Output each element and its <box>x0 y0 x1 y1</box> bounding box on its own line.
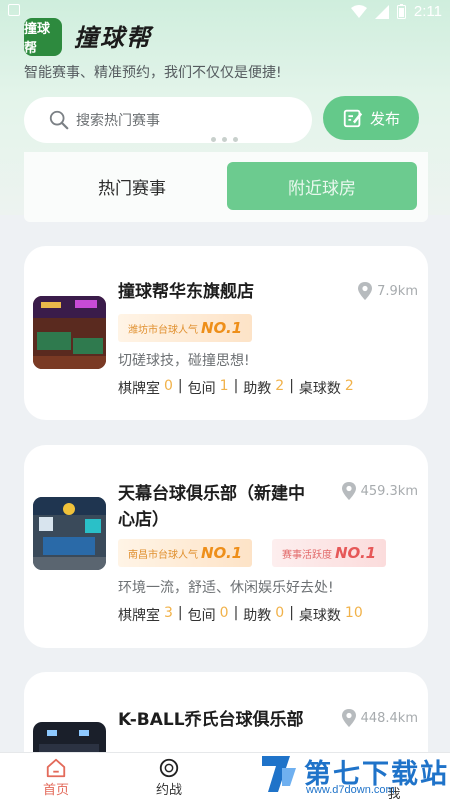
search-placeholder: 搜索热门赛事 <box>76 113 160 129</box>
venue-card[interactable]: 撞球帮华东旗舰店 7.9km 潍坊市台球人气 NO.1 切磋球技，碰撞思想! 棋… <box>24 246 428 420</box>
search-input[interactable]: 搜索热门赛事 <box>24 97 312 143</box>
venue-name: 撞球帮华东旗舰店 <box>118 282 254 302</box>
nav-challenge-label: 约战 <box>155 783 182 798</box>
stat-label: 包间 <box>187 608 216 624</box>
badge-text: 赛事活跃度 <box>282 549 332 561</box>
distance-text: 448.4km <box>360 710 418 726</box>
download-site-watermark: 第七下载站 www.d7down.com <box>256 748 450 800</box>
stat-separator: | <box>233 605 239 621</box>
venue-photo <box>33 296 106 369</box>
stat-value: 0 <box>275 605 285 621</box>
stat-separator: | <box>289 378 294 394</box>
venue-name-line: 心店） <box>118 510 169 530</box>
nav-home[interactable]: 首页 <box>26 757 86 798</box>
watermark-url: www.d7down.com <box>306 784 395 796</box>
stat-value: 2 <box>344 378 354 394</box>
venue-name-line: 天幕台球俱乐部（新建中 <box>118 484 305 504</box>
signal-icon <box>374 4 389 19</box>
status-bar: 2:11 <box>0 0 450 24</box>
carousel-dot <box>233 137 238 142</box>
venue-name: K-BALL乔氏台球俱乐部 <box>118 710 304 730</box>
badge-text: 南昌市台球人气 <box>128 549 198 561</box>
publish-label: 发布 <box>369 109 400 128</box>
stat-value: 0 <box>219 605 229 621</box>
carousel-dot <box>222 137 227 142</box>
stat-separator: | <box>177 378 183 394</box>
distance-text: 459.3km <box>360 483 418 499</box>
stat-value: 10 <box>344 605 363 621</box>
battery-icon <box>396 4 406 19</box>
stat-label: 助教 <box>243 608 272 624</box>
distance-text: 7.9km <box>377 283 418 299</box>
stat-separator: | <box>233 378 239 394</box>
nav-home-label: 首页 <box>42 783 69 798</box>
location-pin-icon <box>341 709 356 727</box>
badge-rank: NO.1 <box>201 544 243 562</box>
stat-value: 0 <box>164 378 173 394</box>
billiard-ball-icon <box>159 758 179 778</box>
venue-photo <box>33 497 106 570</box>
badge-rank: NO.1 <box>201 319 243 337</box>
stat-value: 3 <box>164 605 173 621</box>
badge-rank: NO.1 <box>335 544 377 562</box>
activity-badge: 赛事活跃度 NO.1 <box>272 539 387 567</box>
tab-hot-events[interactable]: 热门赛事 <box>42 162 222 210</box>
stat-label: 助教 <box>243 381 272 397</box>
edit-icon <box>343 109 363 128</box>
venue-distance: 459.3km <box>341 482 418 500</box>
venue-description: 切磋球技，碰撞思想! <box>118 353 250 369</box>
carousel-indicator <box>211 137 238 142</box>
stat-separator: | <box>177 605 183 621</box>
watermark-logo-icon <box>262 756 296 792</box>
stat-separator: | <box>289 605 294 621</box>
stat-label: 棋牌室 <box>118 381 160 397</box>
wifi-icon <box>350 4 367 18</box>
notification-icon <box>8 4 20 16</box>
stat-label: 桌球数 <box>298 608 341 624</box>
venue-stats: 棋牌室 3 | 包间 0 | 助教 0 | 桌球数 10 <box>118 605 363 625</box>
publish-button[interactable]: 发布 <box>323 96 419 140</box>
venue-distance: 448.4km <box>341 709 418 727</box>
status-icons: 2:11 <box>350 3 442 20</box>
stat-label: 包间 <box>187 381 216 397</box>
venue-card[interactable]: 天幕台球俱乐部（新建中 心店） 459.3km 南昌市台球人气 NO.1 赛事活… <box>24 445 428 648</box>
venue-description: 环境一流，舒适、休闲娱乐好去处! <box>118 580 334 596</box>
stat-label: 桌球数 <box>298 381 341 397</box>
carousel-dot <box>211 137 216 142</box>
venue-stats: 棋牌室 0 | 包间 1 | 助教 2 | 桌球数 2 <box>118 378 354 398</box>
venue-name: 天幕台球俱乐部（新建中 心店） <box>118 481 305 533</box>
tab-nearby-venues[interactable]: 附近球房 <box>227 162 417 210</box>
location-pin-icon <box>358 282 373 300</box>
app-title: 撞球帮 <box>74 24 152 52</box>
location-pin-icon <box>341 482 356 500</box>
venue-distance: 7.9km <box>357 282 418 300</box>
logo-text: 撞球帮 <box>24 22 51 56</box>
popularity-badge: 南昌市台球人气 NO.1 <box>118 539 253 567</box>
stat-value: 2 <box>275 378 285 394</box>
badge-text: 潍坊市台球人气 <box>128 324 198 336</box>
search-icon <box>49 110 69 130</box>
stat-label: 棋牌室 <box>118 608 160 624</box>
app-logo: 撞球帮 <box>24 18 62 56</box>
nav-challenge[interactable]: 约战 <box>139 757 199 798</box>
popularity-badge: 潍坊市台球人气 NO.1 <box>118 314 253 342</box>
status-time: 2:11 <box>413 3 442 20</box>
stat-value: 1 <box>219 378 229 394</box>
home-icon <box>46 758 66 778</box>
app-tagline: 智能赛事、精准预约，我们不仅仅是便捷! <box>24 65 282 81</box>
tab-bar: 热门赛事 附近球房 <box>24 152 428 222</box>
